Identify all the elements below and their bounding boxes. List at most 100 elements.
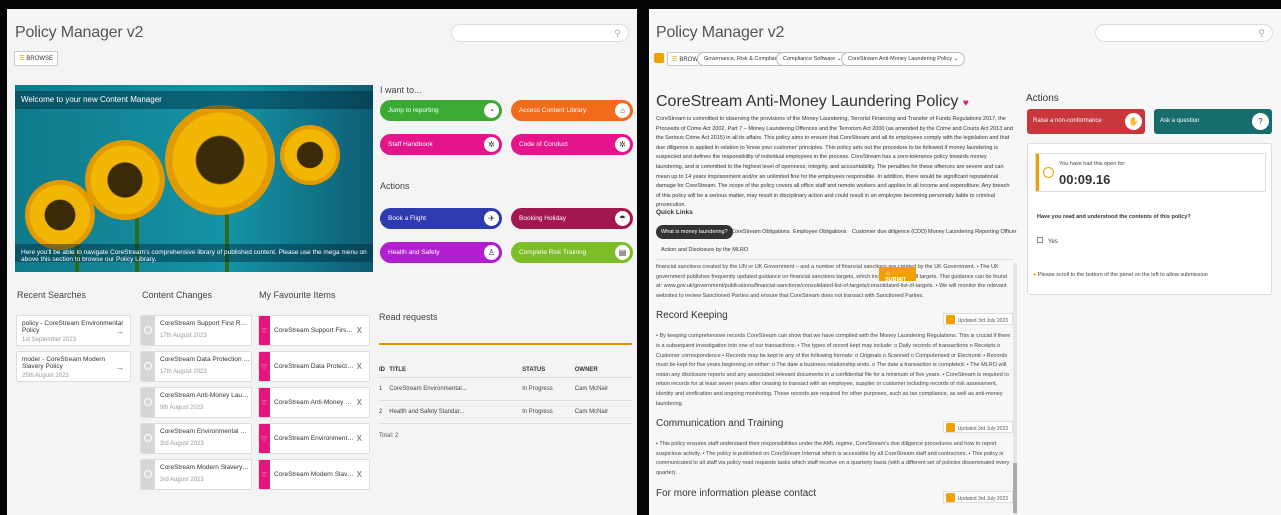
content-change-item[interactable]: CoreStream Data Protection Policy 17th Au…: [140, 351, 252, 382]
recent-search-item[interactable]: policy - CoreStream Environmental Policy…: [16, 315, 131, 346]
favourite-item[interactable]: ♡ CoreStream Support First Responde...X: [258, 315, 370, 346]
clock-icon: [141, 460, 155, 489]
content-change-title: CoreStream Modern Slavery Policy: [160, 464, 250, 471]
table-cell: Cam McNair: [574, 377, 632, 401]
content-top-text: financial sanctions created by the UN or…: [656, 264, 1007, 299]
read-requests-table: ID TITLE STATUS OWNER 1 CoreStream Environme…: [379, 363, 632, 424]
remove-favourite-button[interactable]: X: [357, 362, 362, 371]
table-cell: 2: [379, 400, 390, 424]
browse-button[interactable]: ☰ BROWSE: [14, 51, 59, 66]
read-requests-heading: Read requests: [379, 312, 438, 322]
heart-icon[interactable]: ♥: [963, 98, 969, 109]
favourite-item[interactable]: ♡ CoreStream Environmental PolicyX: [258, 423, 370, 454]
quick-link[interactable]: Money Laundering Reporting Officer: [923, 225, 1022, 239]
section-heading: Record Keeping Updated 3rd July 2023: [656, 311, 1013, 329]
table-cell: Cam McNair: [574, 400, 632, 424]
raise-non-conformance-button[interactable]: Raise a non-conformance ✋: [1027, 109, 1145, 134]
section-text: • This policy ensures staff understand t…: [656, 441, 1010, 476]
policy-title: CoreStream Anti-Money Laundering Policy …: [656, 93, 969, 111]
tile-label: Staff Handbook: [388, 141, 433, 148]
quick-link[interactable]: CoreStream Obligations: [726, 225, 795, 239]
training-icon: ▤: [615, 245, 630, 260]
action-book-a-flight[interactable]: Book a Flight ✈: [380, 208, 502, 229]
app-title: Policy Manager v2: [15, 24, 144, 41]
actions-heading: Actions: [380, 181, 410, 191]
clock-icon: [141, 424, 155, 453]
column-header-title: TITLE: [389, 363, 523, 378]
search-input[interactable]: ⚲: [1095, 24, 1273, 42]
actions-heading: Actions: [1026, 93, 1059, 104]
scroll-notice: ● Please scroll to the bottom of the pan…: [1033, 272, 1208, 278]
remove-favourite-button[interactable]: X: [357, 326, 362, 335]
favourite-item[interactable]: ♡ CoreStream Anti-Money Laundering ...X: [258, 387, 370, 418]
heart-icon: ♡: [259, 424, 270, 453]
favourite-item[interactable]: ♡ CoreStream Modern Slavery PolicyX: [258, 459, 370, 490]
scroll-thumb[interactable]: [1013, 463, 1017, 513]
info-icon: ●: [1033, 272, 1037, 278]
updated-badge: Updated 3rd July 2023: [942, 490, 1013, 503]
tile-access-content-library[interactable]: Access Content Library ⌂: [511, 100, 633, 121]
section-heading: Communication and Training Updated 3rd Ju…: [656, 419, 1013, 437]
tile-label: Complete Risk Training: [519, 249, 587, 256]
action-health-and-safety[interactable]: Health and Safety ♙: [380, 242, 502, 263]
tile-code-of-conduct[interactable]: Code of Conduct ✲: [511, 134, 633, 155]
quick-link[interactable]: Employee Obligations: [788, 225, 852, 239]
tile-label: Booking Holiday: [519, 215, 566, 222]
ask-question-button[interactable]: Ask a question?: [1154, 109, 1272, 134]
policy-content[interactable]: financial sanctions created by the UN or…: [656, 263, 1013, 515]
timer-value: 00:09.16: [1059, 172, 1111, 187]
action-booking-holiday[interactable]: Booking Holiday ☂: [511, 208, 633, 229]
heart-icon: ♡: [259, 316, 270, 345]
recent-search-item[interactable]: moder - CoreStream Modern Slavery Policy…: [16, 351, 131, 382]
content-change-item[interactable]: CoreStream Environmental Policy 3rd Augus…: [140, 423, 252, 454]
read-requests: Read requests ID TITLE STATUS OWNER 1 CoreSt…: [379, 312, 632, 439]
breadcrumb-policy[interactable]: CoreStream Anti-Money Laundering Policy …: [841, 52, 966, 66]
recent-search-date: 1st September 2023: [22, 337, 77, 343]
breadcrumb-compliance[interactable]: Compliance Software ⌄: [776, 52, 849, 66]
yes-option[interactable]: Yes: [1037, 237, 1058, 245]
content-change-date: 9th August 2023: [160, 405, 204, 411]
quick-link[interactable]: What is money laundering?: [656, 225, 733, 239]
table-cell: In Progress: [522, 377, 575, 401]
column-header-id: ID: [379, 363, 390, 378]
hero-welcome: Welcome to your new Content Manager: [15, 91, 373, 109]
remove-favourite-button[interactable]: X: [357, 470, 362, 479]
submit-button[interactable]: ☺ SUBMIT: [879, 267, 916, 283]
quick-link[interactable]: Action and Disclosure by the MLRO: [656, 243, 753, 257]
favourite-title: CoreStream Support First Responde...: [274, 327, 354, 334]
content-change-date: 17th August 2023: [160, 369, 207, 375]
chart-icon: ◔: [484, 103, 499, 118]
tile-jump-to-reporting[interactable]: Jump to reporting ◔: [380, 100, 502, 121]
quick-links-heading: Quick Links: [656, 209, 693, 216]
section-heading: For more information please contact Updat…: [656, 488, 1013, 507]
content-change-item[interactable]: CoreStream Anti-Money Laundering Policy 9…: [140, 387, 252, 418]
recent-searches-heading: Recent Searches: [17, 290, 87, 300]
column-header-status: STATUS: [522, 363, 575, 378]
arrow-right-icon: →: [115, 362, 124, 372]
updated-badge: Updated 3rd July 2023: [942, 313, 1013, 326]
tile-label: Jump to reporting: [388, 107, 439, 114]
safety-icon: ♙: [484, 245, 499, 260]
table-row[interactable]: 1 CoreStream Environmental... In Progress C…: [379, 377, 632, 401]
yes-checkbox[interactable]: [1037, 237, 1043, 243]
tile-staff-handbook[interactable]: Staff Handbook ✲: [380, 134, 502, 155]
clock-icon: [141, 388, 155, 417]
content-scrollbar[interactable]: [1013, 263, 1017, 515]
remove-favourite-button[interactable]: X: [357, 434, 362, 443]
search-input[interactable]: ⚲: [451, 24, 629, 42]
table-row[interactable]: 2 Health and Safety Standar... In Progress…: [379, 400, 632, 424]
remove-favourite-button[interactable]: X: [357, 398, 362, 407]
action-label: Raise a non-conformance: [1033, 118, 1102, 124]
library-icon: ⌂: [615, 103, 630, 118]
action-complete-risk-training[interactable]: Complete Risk Training ▤: [511, 242, 633, 263]
heart-icon: ♡: [259, 388, 270, 417]
search-icon: ⚲: [1258, 28, 1265, 38]
quick-link[interactable]: Customer due diligence (CDD): [847, 225, 932, 239]
content-change-title: CoreStream Support First Responders G...: [160, 320, 250, 327]
favourite-item[interactable]: ♡ CoreStream Data Protection PolicyX: [258, 351, 370, 382]
content-change-item[interactable]: CoreStream Support First Responders G...…: [140, 315, 252, 346]
clock-icon: [141, 316, 155, 345]
content-change-item[interactable]: CoreStream Modern Slavery Policy 3rd Augu…: [140, 459, 252, 490]
heart-icon: ♡: [259, 352, 270, 381]
home-icon[interactable]: [654, 53, 664, 63]
